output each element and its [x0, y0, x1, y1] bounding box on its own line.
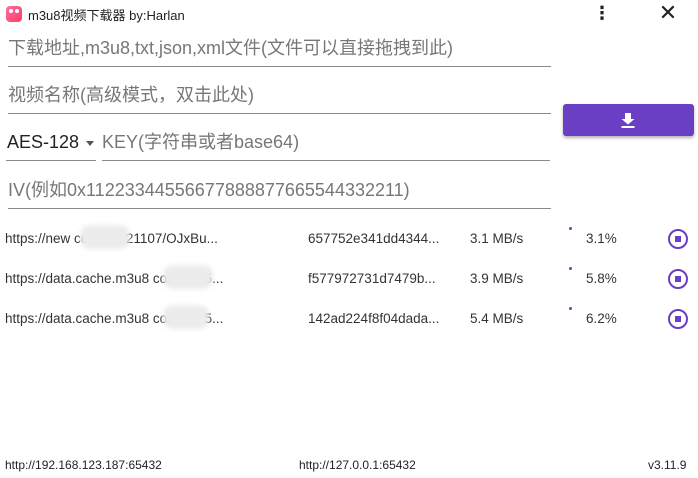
url-field[interactable] — [8, 30, 551, 67]
dropdown-caret-icon — [86, 141, 94, 146]
task-url: https://data.cache.m3u8 com:3395... — [5, 311, 224, 326]
close-icon[interactable]: ✕ — [656, 2, 680, 26]
more-menu-icon[interactable]: ⋮ — [590, 2, 614, 26]
encryption-value: AES-128 — [7, 132, 80, 152]
redaction-blur — [80, 225, 130, 249]
key-input[interactable] — [102, 124, 550, 160]
task-speed: 5.4 MB/s — [470, 311, 524, 326]
task-url: https://data.cache.m3u8 com:3395... — [5, 271, 224, 286]
title-bar: m3u8视频下载器 by:Harlan ⋮ ✕ — [0, 0, 698, 28]
video-name-input[interactable] — [8, 77, 551, 113]
local-address: http://127.0.0.1:65432 — [299, 458, 416, 472]
download-button[interactable] — [563, 104, 694, 136]
task-percent: 6.2% — [586, 311, 617, 326]
task-row: https://new com/20221107/OJxBu... 657752… — [0, 219, 698, 259]
task-hash: 142ad224f8f04dada... — [308, 311, 440, 326]
task-hash: 657752e341dd4344... — [308, 231, 440, 246]
task-percent: 3.1% — [586, 231, 617, 246]
task-percent: 5.8% — [586, 271, 617, 286]
task-url: https://new com/20221107/OJxBu... — [5, 231, 218, 246]
task-row: https://data.cache.m3u8 com:3395... f577… — [0, 259, 698, 299]
task-speed: 3.9 MB/s — [470, 271, 524, 286]
stop-icon[interactable] — [668, 269, 688, 289]
window-title: m3u8视频下载器 by:Harlan — [28, 8, 185, 23]
url-input[interactable] — [8, 30, 551, 66]
redaction-blur — [163, 265, 213, 289]
key-field[interactable] — [102, 124, 550, 161]
version-label: v3.11.9 — [648, 458, 687, 472]
iv-field[interactable] — [8, 172, 551, 209]
video-name-field[interactable] — [8, 77, 551, 114]
stop-icon[interactable] — [668, 229, 688, 249]
iv-input[interactable] — [8, 172, 551, 208]
task-speed: 3.1 MB/s — [470, 231, 524, 246]
encryption-select[interactable]: AES-128 — [6, 124, 96, 161]
progress-indicator — [569, 267, 572, 270]
task-row: https://data.cache.m3u8 com:3395... 142a… — [0, 299, 698, 339]
stop-icon[interactable] — [668, 309, 688, 329]
redaction-blur — [163, 305, 209, 329]
task-hash: f577972731d7479b... — [308, 271, 436, 286]
progress-indicator — [569, 227, 572, 230]
app-icon — [6, 6, 22, 22]
download-icon — [621, 113, 635, 128]
progress-indicator — [569, 307, 572, 310]
lan-address: http://192.168.123.187:65432 — [5, 458, 162, 472]
